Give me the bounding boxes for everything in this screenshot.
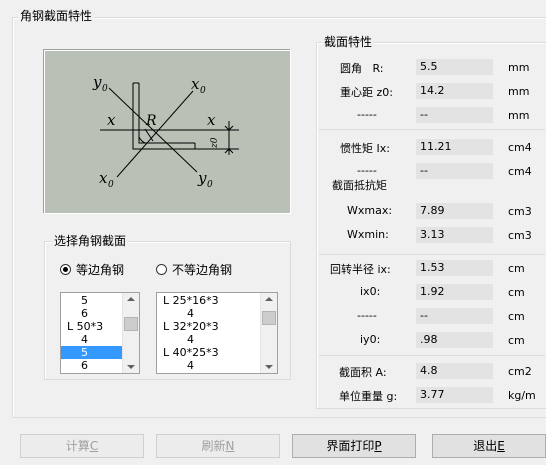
divider bbox=[319, 129, 545, 130]
prop-value: 1.92 bbox=[416, 284, 493, 300]
prop-unit: mm bbox=[508, 85, 530, 98]
scroll-up-icon[interactable] bbox=[127, 297, 135, 301]
prop-label: ix0: bbox=[360, 285, 381, 298]
calc-button-key: C bbox=[89, 439, 99, 453]
prop-value: -- bbox=[416, 308, 493, 324]
print-button[interactable]: 界面打印P bbox=[292, 434, 416, 458]
refresh-button-key: N bbox=[225, 439, 235, 453]
prop-value: .98 bbox=[416, 332, 493, 348]
list-item[interactable]: L 25*16*3 bbox=[157, 294, 277, 307]
label-z0: z0 bbox=[210, 137, 220, 149]
prop-label: ----- bbox=[357, 108, 377, 121]
label-r: R bbox=[145, 113, 157, 129]
prop-label: ----- bbox=[357, 309, 377, 322]
label-y0-top-sub: 0 bbox=[102, 84, 108, 94]
label-x-right: x bbox=[207, 111, 216, 129]
prop-value: 4.8 bbox=[416, 363, 493, 379]
scroll-down-icon[interactable] bbox=[265, 365, 273, 369]
prop-label: Wxmax: bbox=[347, 204, 393, 217]
prop-label: 惯性矩 Ix: bbox=[340, 142, 390, 155]
prop-label: iy0: bbox=[360, 333, 381, 346]
unequal-angle-radio[interactable]: 不等边角钢 bbox=[156, 261, 232, 278]
prop-unit: cm bbox=[508, 262, 525, 275]
prop-value: 7.89 bbox=[416, 203, 493, 219]
label-x0-bottom: x bbox=[99, 169, 108, 187]
list-item[interactable]: 4 bbox=[157, 359, 277, 372]
props-title: 截面特性 bbox=[322, 35, 375, 49]
list-item[interactable]: 4 bbox=[157, 307, 277, 320]
prop-label: 回转半径 ix: bbox=[330, 263, 391, 276]
prop-unit: cm4 bbox=[508, 141, 532, 154]
label-x0-bottom-sub: 0 bbox=[108, 180, 114, 190]
unequal-angle-label: 不等边角钢 bbox=[172, 263, 233, 277]
equal-angle-list[interactable]: 5 6 L 50*3 4 5 6 bbox=[60, 292, 140, 374]
prop-label: Wxmin: bbox=[347, 228, 389, 241]
label-x0-top-sub: 0 bbox=[200, 86, 206, 96]
prop-label: ----- bbox=[357, 164, 377, 177]
exit-button-key: E bbox=[497, 439, 505, 453]
label-x0-top: x bbox=[191, 75, 200, 93]
prop-unit: kg/m bbox=[508, 389, 536, 402]
prop-unit: cm bbox=[508, 286, 525, 299]
prop-unit: cm2 bbox=[508, 365, 532, 378]
prop-label: 截面积 A: bbox=[339, 366, 387, 379]
label-y0-top: y bbox=[92, 73, 102, 91]
prop-unit: cm bbox=[508, 310, 525, 323]
radio-unchecked-icon bbox=[156, 264, 167, 275]
exit-button-label: 退出 bbox=[473, 439, 498, 453]
prop-unit: cm4 bbox=[508, 165, 532, 178]
list-item[interactable]: L 32*20*3 bbox=[157, 320, 277, 333]
prop-label: 重心距 z0: bbox=[340, 86, 393, 99]
prop-label: 圆角 R: bbox=[340, 62, 384, 75]
refresh-button-label: 刷新 bbox=[201, 439, 226, 453]
label-y0-bottom-sub: 0 bbox=[207, 180, 213, 190]
divider bbox=[319, 355, 545, 356]
prop-value: -- bbox=[416, 107, 493, 123]
equal-list-scrollbar[interactable] bbox=[122, 293, 139, 373]
prop-unit: mm bbox=[508, 61, 530, 74]
select-group-title: 选择角钢截面 bbox=[52, 234, 129, 248]
prop-unit: cm3 bbox=[508, 205, 532, 218]
prop-unit: cm bbox=[508, 334, 525, 347]
refresh-button[interactable]: 刷新N bbox=[156, 434, 280, 458]
list-item[interactable]: L 40*25*3 bbox=[157, 346, 277, 359]
scroll-up-icon[interactable] bbox=[265, 297, 273, 301]
label-y0-bottom: y bbox=[197, 169, 207, 187]
angle-diagram-svg: y 0 x 0 x R x z0 x 0 y 0 bbox=[92, 73, 239, 190]
unequal-angle-list[interactable]: L 25*16*3 4 L 32*20*3 4 L 40*25*3 4 bbox=[156, 292, 278, 374]
divider bbox=[319, 254, 545, 255]
resist-title: 截面抵抗矩 bbox=[330, 179, 389, 193]
scroll-down-icon[interactable] bbox=[127, 365, 135, 369]
prop-unit: cm3 bbox=[508, 229, 532, 242]
print-button-label: 界面打印 bbox=[326, 439, 375, 453]
label-x-left: x bbox=[107, 111, 116, 129]
print-button-key: P bbox=[374, 439, 382, 453]
prop-value: 3.77 bbox=[416, 387, 493, 403]
calc-button-label: 计算 bbox=[65, 439, 90, 453]
prop-value: 11.21 bbox=[416, 139, 493, 155]
equal-angle-radio[interactable]: 等边角钢 bbox=[60, 261, 124, 278]
scroll-thumb[interactable] bbox=[124, 317, 138, 331]
scroll-thumb[interactable] bbox=[262, 311, 276, 325]
equal-angle-label: 等边角钢 bbox=[76, 263, 125, 277]
radio-checked-icon bbox=[60, 264, 71, 275]
prop-value: 14.2 bbox=[416, 83, 493, 99]
prop-unit: mm bbox=[508, 109, 530, 122]
calc-button[interactable]: 计算C bbox=[20, 434, 144, 458]
unequal-list-scrollbar[interactable] bbox=[260, 293, 277, 373]
main-group-title: 角钢截面特性 bbox=[18, 9, 95, 23]
prop-value: 5.5 bbox=[416, 59, 493, 75]
angle-section-diagram: y 0 x 0 x R x z0 x 0 y 0 bbox=[44, 50, 291, 214]
list-item[interactable]: 4 bbox=[157, 333, 277, 346]
prop-value: 3.13 bbox=[416, 227, 493, 243]
exit-button[interactable]: 退出E bbox=[432, 434, 546, 458]
prop-label: 单位重量 g: bbox=[339, 390, 398, 403]
prop-value: 1.53 bbox=[416, 260, 493, 276]
prop-value: -- bbox=[416, 163, 493, 179]
